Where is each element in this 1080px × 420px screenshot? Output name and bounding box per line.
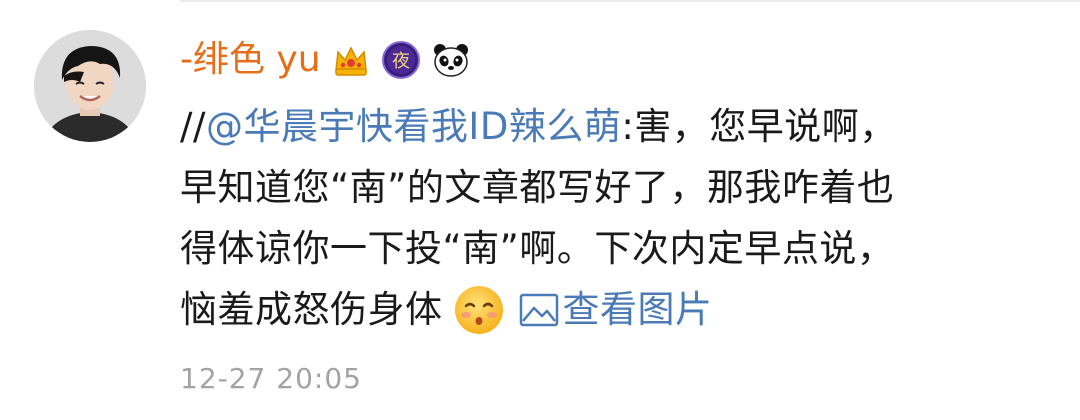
- night-badge-text: 夜: [392, 51, 410, 72]
- top-divider: [180, 0, 1080, 2]
- mention-link[interactable]: @华晨宇快看我ID辣么萌: [206, 96, 621, 157]
- post-text-line-4: 恼羞成怒伤身体: [180, 288, 443, 331]
- post-line-1: //@华晨宇快看我ID辣么萌:害，您早说啊，: [180, 96, 1060, 157]
- view-image-link[interactable]: 查看图片: [519, 279, 713, 340]
- kissing-face-emoji-icon: [453, 284, 505, 336]
- avatar[interactable]: [34, 30, 146, 142]
- post-line-2: 早知道您“南”的文章都写好了，那我咋着也: [180, 157, 1060, 218]
- post-line-4: 恼羞成怒伤身体 查看图片: [180, 279, 1060, 340]
- crown-badge-icon[interactable]: [331, 40, 371, 80]
- timestamp: 12-27 20:05: [180, 362, 362, 395]
- image-icon: [519, 293, 559, 327]
- username[interactable]: -绯色 yu: [180, 34, 321, 86]
- night-badge-icon[interactable]: 夜: [381, 40, 421, 80]
- panda-badge-icon[interactable]: [431, 40, 471, 80]
- post-text-line-2: 早知道您“南”的文章都写好了，那我咋着也: [180, 166, 895, 209]
- post-line-3: 得体谅你一下投“南”啊。下次内定早点说，: [180, 218, 1060, 279]
- post-text-line-3: 得体谅你一下投“南”啊。下次内定早点说，: [180, 227, 895, 270]
- view-image-label: 查看图片: [562, 288, 713, 331]
- user-row: -绯色 yu 夜: [180, 34, 471, 86]
- post-content: //@华晨宇快看我ID辣么萌:害，您早说啊， 早知道您“南”的文章都写好了，那我…: [180, 96, 1060, 340]
- repost-prefix: //: [180, 105, 206, 148]
- avatar-photo: [34, 30, 146, 142]
- post-text-line-1: :害，您早说啊，: [621, 105, 897, 148]
